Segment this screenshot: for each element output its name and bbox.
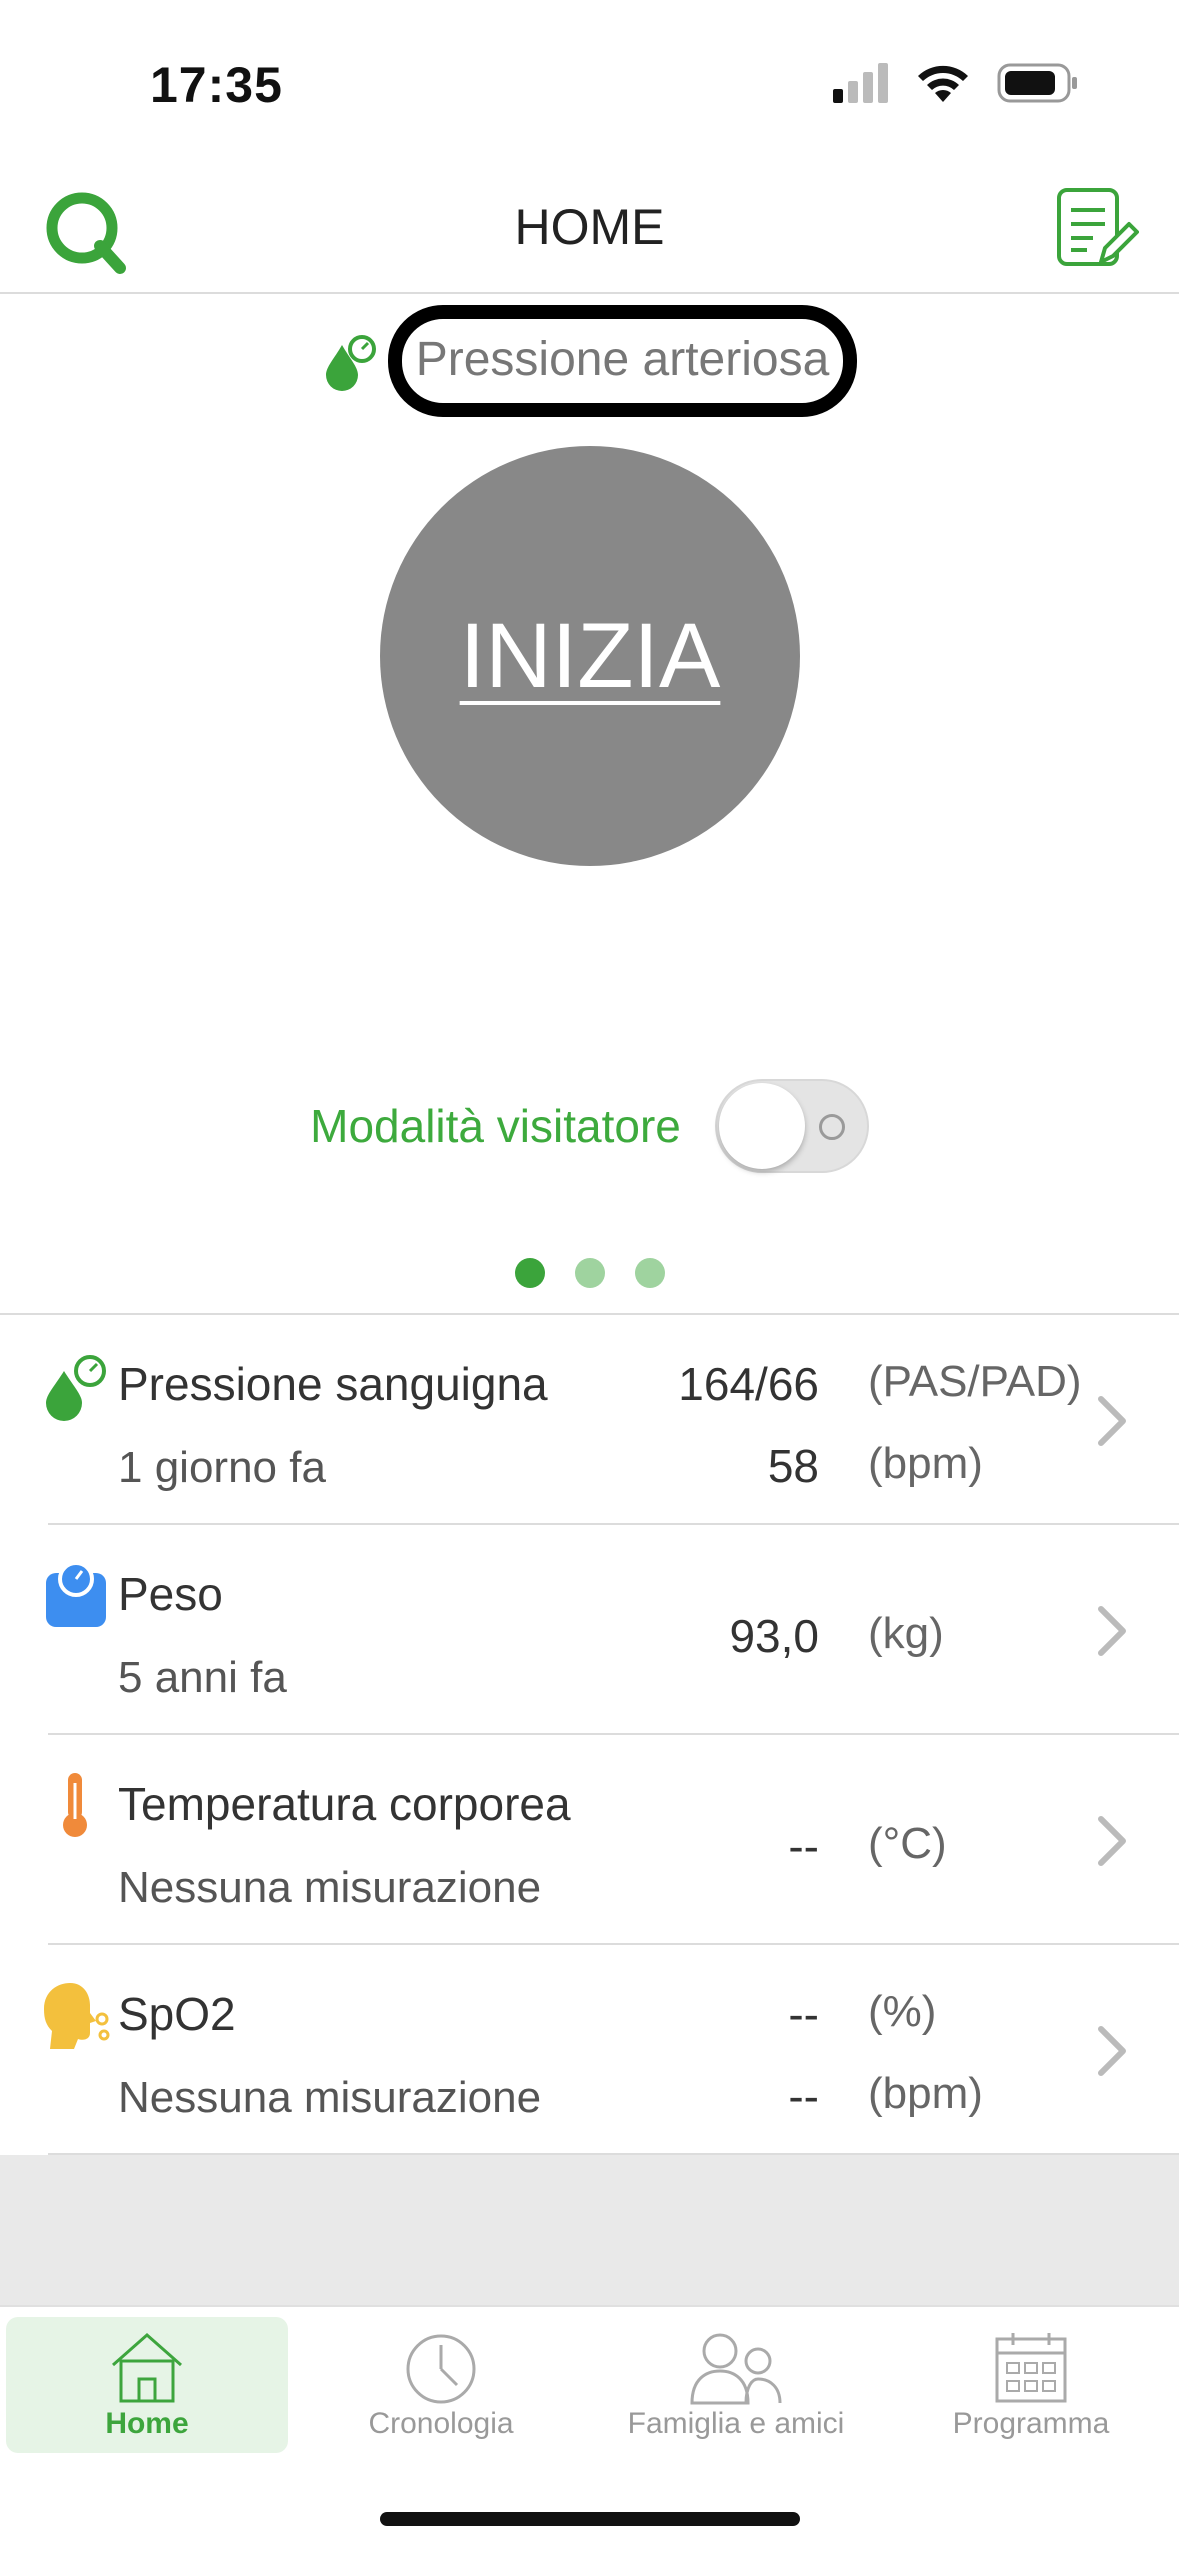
app-header: HOME (0, 160, 1179, 294)
measurement-value-secondary: -- (788, 2070, 819, 2122)
tab-label: Home (105, 2407, 189, 2440)
measurement-time: Nessuna misurazione (118, 2073, 542, 2122)
measurement-unit: (PAS/PAD) (868, 1357, 1082, 1406)
thermometer-icon (63, 1773, 87, 1837)
measure-type-label: Pressione arteriosa (415, 332, 830, 386)
measure-type-highlight: Pressione arteriosa (387, 305, 858, 417)
measurement-value-secondary: 58 (767, 1440, 819, 1492)
tab-schedule[interactable]: Programma (890, 2317, 1172, 2453)
visitor-mode-toggle[interactable] (714, 1079, 869, 1173)
measurement-unit: (°C) (868, 1819, 947, 1868)
measurement-unit-secondary: (bpm) (868, 1439, 983, 1488)
blood-pressure-icon (46, 1355, 106, 1421)
toggle-off-indicator (818, 1114, 845, 1140)
status-time: 17:35 (150, 57, 283, 113)
cellular-signal-icon (833, 63, 888, 103)
list-item-spo2[interactable]: SpO2 Nessuna misurazione -- (%) -- (bpm) (0, 1945, 1179, 2155)
visitor-mode-label: Modalità visitatore (310, 1100, 681, 1152)
tab-history[interactable]: Cronologia (300, 2317, 582, 2453)
measurement-value: 164/66 (678, 1358, 819, 1410)
measurement-title: SpO2 (118, 1988, 236, 2040)
blood-pressure-icon (325, 335, 376, 391)
measurement-unit-secondary: (bpm) (868, 2069, 983, 2118)
empty-area (0, 2155, 1179, 2305)
list-item-blood-pressure[interactable]: Pressione sanguigna 1 giorno fa 164/66 (… (0, 1315, 1179, 1525)
app-root: 17:35 HOME Pressione arteriosa INIZIA Mo… (0, 0, 1179, 2556)
tab-label: Famiglia e amici (627, 2407, 845, 2440)
wifi-icon (918, 65, 968, 102)
clock-icon (406, 2334, 476, 2404)
battery-icon (997, 63, 1077, 103)
measurement-unit: (kg) (868, 1609, 944, 1658)
home-indicator[interactable] (380, 2512, 800, 2526)
measure-type-selector[interactable]: Pressione arteriosa (0, 305, 1179, 417)
visitor-mode-row: Modalità visitatore (0, 1076, 1179, 1176)
chevron-right-icon (1098, 1816, 1126, 1866)
calendar-icon (995, 2333, 1067, 2403)
page-dot[interactable] (574, 1258, 605, 1288)
tab-home[interactable]: Home (6, 2317, 288, 2453)
tab-label: Programma (952, 2407, 1110, 2440)
spo2-icon (44, 1983, 110, 2049)
measurement-value: -- (788, 1820, 819, 1872)
measurement-time: 1 giorno fa (118, 1443, 326, 1492)
list-item-temperature[interactable]: Temperatura corporea Nessuna misurazione… (0, 1735, 1179, 1945)
status-icons (833, 62, 1079, 104)
measurement-title: Temperatura corporea (118, 1778, 571, 1830)
tab-family-friends[interactable]: Famiglia e amici (595, 2317, 877, 2453)
measurement-title: Pressione sanguigna (118, 1358, 548, 1410)
toggle-knob (718, 1083, 805, 1169)
page-indicator (0, 1258, 1179, 1288)
measurement-time: 5 anni fa (118, 1653, 287, 1702)
edit-notes-icon (1057, 188, 1139, 266)
measurement-value: -- (788, 1988, 819, 2040)
page-dot[interactable] (514, 1258, 545, 1288)
list-item-weight[interactable]: Peso 5 anni fa 93,0 (kg) (0, 1525, 1179, 1735)
scale-icon (46, 1561, 106, 1627)
people-icon (690, 2333, 782, 2405)
measurement-unit: (%) (868, 1987, 937, 2036)
measurement-list: Pressione sanguigna 1 giorno fa 164/66 (… (0, 1313, 1179, 2155)
chevron-right-icon (1098, 1396, 1126, 1446)
home-icon (112, 2332, 182, 2403)
status-bar: 17:35 (0, 0, 1179, 160)
chevron-right-icon (1098, 2026, 1126, 2076)
start-button-label: INIZIA (459, 604, 721, 707)
chevron-right-icon (1098, 1606, 1126, 1656)
measurement-time: Nessuna misurazione (118, 1863, 542, 1912)
page-title: HOME (514, 199, 665, 255)
page-dot[interactable] (634, 1258, 665, 1288)
notes-button[interactable] (1049, 184, 1139, 274)
measurement-title: Peso (118, 1568, 223, 1620)
measurement-value: 93,0 (729, 1610, 819, 1662)
tab-label: Cronologia (368, 2407, 514, 2440)
start-button[interactable]: INIZIA (380, 446, 800, 866)
